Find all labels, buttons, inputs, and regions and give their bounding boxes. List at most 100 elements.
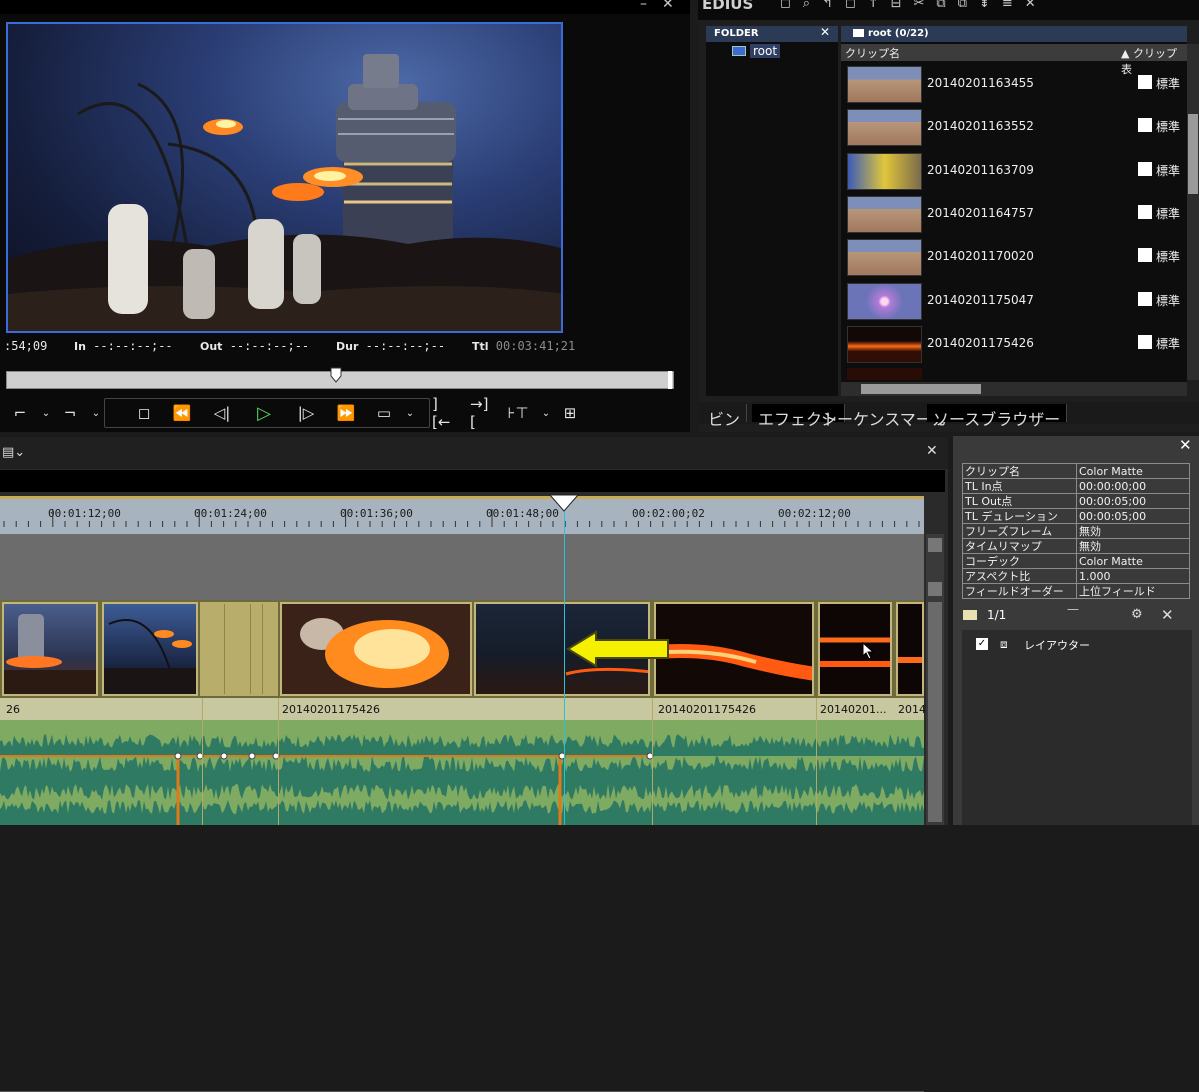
clip-checkbox[interactable] [1138, 118, 1152, 133]
clip-row[interactable]: 20140201175426 標準 [841, 323, 1187, 366]
close-icon[interactable]: ✕ [662, 0, 674, 12]
layer-checkbox[interactable]: ✓ [976, 638, 988, 650]
clip-row[interactable]: 20140201163552 標準 [841, 106, 1187, 149]
out-label: Out [200, 340, 223, 353]
fast-forward-icon[interactable]: ⏩ [334, 400, 358, 426]
layer-icon [963, 610, 977, 620]
export-icon[interactable]: ⊞ [558, 400, 582, 426]
layer-settings-icon[interactable]: ⚙ [1131, 607, 1143, 622]
overwrite-icon[interactable]: →][ [470, 395, 494, 431]
clip-name: 20140201175047 [927, 292, 1034, 307]
audio-track[interactable] [0, 720, 924, 825]
property-value: 無効 [1076, 538, 1190, 554]
ruler-label: 00:01:36;00 [340, 507, 413, 520]
layer-delete-icon[interactable]: ✕ [1161, 606, 1174, 624]
color-matte-clip[interactable] [200, 602, 278, 696]
timeline-menu-icon[interactable]: ▤⌄ [2, 445, 25, 460]
video-clip[interactable] [280, 602, 472, 696]
loop-icon[interactable]: ▭ [372, 400, 396, 426]
mark-in-icon[interactable]: ⌐ [8, 400, 32, 426]
bin-toolbar-icons[interactable]: ◻⌕↰◻↑⊟✂⧉⧉⇟≡✕ [780, 0, 1048, 11]
minimize-icon[interactable]: – [640, 0, 647, 12]
clip-checkbox[interactable] [1138, 75, 1152, 89]
clip-thumbnail [847, 109, 922, 147]
stop-icon[interactable]: ◻ [132, 400, 156, 426]
clip-thumbnail [847, 325, 922, 363]
property-key: コーデック [962, 553, 1077, 569]
clip-name: 20140201163455 [927, 76, 1034, 90]
timeline-close-icon[interactable]: ✕ [926, 443, 938, 459]
clip-folder-label: root (0/22) [868, 28, 929, 39]
clip-divider [262, 604, 263, 694]
clip-row[interactable]: 20140201170020 標準 [841, 236, 1187, 279]
in-point: In --:--:--;-- [74, 339, 173, 355]
loop-dropdown-icon[interactable]: ⌄ [398, 400, 422, 426]
layer-name[interactable]: レイアウター [1024, 637, 1090, 653]
clip-checkbox[interactable] [1138, 334, 1152, 349]
playhead-marker[interactable] [549, 494, 579, 512]
timeline-vertical-scrollbar[interactable] [926, 534, 944, 825]
yellow-arrow-icon [566, 630, 669, 668]
info-close-icon[interactable]: ✕ [1179, 436, 1192, 454]
clip-name: 2014 [898, 703, 926, 716]
clip-checkbox[interactable] [1138, 291, 1152, 306]
layer-list: ✓ ⧈ レイアウター [962, 630, 1192, 825]
folder-close-icon[interactable]: ✕ [820, 25, 830, 39]
property-value: 00:00:00;00 [1076, 478, 1190, 494]
add-to-timeline-icon[interactable]: ⊦⊤ [506, 400, 530, 426]
clip-name: 20140201175426 [658, 703, 756, 716]
tab-bin[interactable]: ビン [702, 404, 748, 429]
clip-row[interactable]: 20140201163709 標準 [841, 150, 1187, 193]
in-label: In [74, 340, 86, 353]
mark-in-dropdown-icon[interactable]: ⌄ [34, 400, 58, 426]
video-clip[interactable] [896, 602, 924, 696]
add-dropdown-icon[interactable]: ⌄ [534, 400, 558, 426]
col-clipname[interactable]: クリップ名 [845, 47, 900, 60]
bin-hscroll-thumb[interactable] [861, 384, 981, 394]
bin-vscroll-thumb[interactable] [1188, 114, 1198, 194]
step-forward-icon[interactable]: |▷ [294, 400, 318, 426]
video-clip[interactable] [654, 602, 814, 696]
clip-folder-title: root (0/22) [841, 26, 1187, 42]
clip-type: 標準 [1156, 336, 1181, 351]
video-clip[interactable] [2, 602, 98, 696]
playhead-line[interactable] [564, 500, 565, 825]
clip-name: 20140201164757 [927, 205, 1034, 220]
property-row: コーデック Color Matte [962, 553, 1190, 569]
duration: Dur --:--:--;-- [336, 339, 445, 355]
property-row: TL Out点 00:00:05;00 [962, 493, 1190, 509]
clip-thumbnail [847, 239, 922, 277]
clip-row[interactable]: 20140201175047 標準 [841, 280, 1187, 323]
bin-vertical-scrollbar[interactable] [1187, 44, 1199, 380]
mark-out-icon[interactable]: ¬ [58, 400, 82, 426]
dur-value: --:--:--;-- [365, 339, 446, 353]
clip-type: 標準 [1156, 293, 1181, 308]
video-clip[interactable] [818, 602, 892, 696]
clip-thumbnail [820, 637, 890, 667]
tab-source-browser[interactable]: ソースブラウザー [927, 404, 1068, 429]
play-icon[interactable]: ▷ [252, 400, 276, 426]
timeline-track-header [0, 470, 945, 492]
clip-name: 20140201175426 [282, 703, 380, 716]
scroll-up-icon[interactable] [928, 538, 942, 552]
clip-column-header[interactable]: クリップ名 ▲ クリップ表 [841, 44, 1187, 76]
insert-icon[interactable]: ][← [432, 395, 456, 431]
property-value: 上位フィールド [1076, 583, 1190, 599]
scroll-down-icon[interactable] [928, 582, 942, 596]
timeline-scroll-thumb[interactable] [928, 602, 942, 822]
clip-row[interactable]: 20140201164757 標準 [841, 193, 1187, 236]
clip-row[interactable]: 20140201163455 標準 [841, 63, 1187, 106]
bin-horizontal-scrollbar[interactable] [841, 382, 1187, 396]
clip-checkbox[interactable] [1138, 204, 1152, 219]
video-clip[interactable] [102, 602, 198, 696]
ruler-label: 00:02:00;02 [632, 507, 705, 520]
in-value: --:--:--;-- [93, 339, 173, 353]
rewind-icon[interactable]: ⏪ [170, 400, 194, 426]
property-value: 1.000 [1076, 568, 1190, 584]
clip-checkbox[interactable] [1138, 248, 1152, 263]
folder-root[interactable]: root [750, 44, 781, 58]
slider-handle[interactable] [330, 367, 342, 383]
property-value: 00:00:05;00 [1076, 508, 1190, 524]
step-back-icon[interactable]: ◁| [210, 400, 234, 426]
clip-checkbox[interactable] [1138, 161, 1152, 176]
